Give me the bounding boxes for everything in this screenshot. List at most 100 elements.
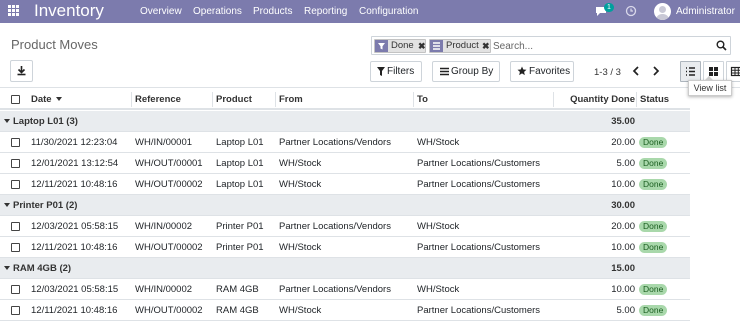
menu-configuration[interactable]: Configuration	[359, 0, 418, 23]
row-checkbox[interactable]	[11, 222, 20, 231]
app-brand[interactable]: Inventory	[34, 1, 104, 21]
column-divider[interactable]	[553, 92, 554, 107]
search-input[interactable]	[493, 39, 703, 53]
menu-reporting[interactable]: Reporting	[304, 0, 347, 23]
row-checkbox[interactable]	[11, 243, 20, 252]
cell-to: WH/Stock	[417, 221, 460, 232]
row-checkbox[interactable]	[11, 159, 20, 168]
group-total: 15.00	[611, 263, 635, 274]
cell-from: Partner Locations/Vendors	[279, 221, 391, 232]
group-row[interactable]: RAM 4GB (2) 15.00	[0, 258, 690, 279]
cell-quantity: 5.00	[616, 158, 636, 169]
group-total: 35.00	[611, 116, 635, 127]
facet-product[interactable]: Product ✖	[429, 39, 491, 53]
chat-count-badge: 1	[604, 3, 614, 12]
status-badge: Done	[639, 305, 668, 316]
download-button[interactable]	[10, 60, 33, 82]
group-row[interactable]: Laptop L01 (3) 35.00	[0, 111, 690, 132]
status-badge: Done	[639, 179, 668, 190]
group-label: RAM 4GB (2)	[4, 258, 71, 279]
search-icon[interactable]	[716, 40, 727, 51]
table-row[interactable]: 12/01/2021 13:12:54 WH/OUT/00001 Laptop …	[0, 153, 690, 174]
row-checkbox[interactable]	[11, 138, 20, 147]
cell-reference: WH/IN/00002	[135, 284, 193, 295]
list-view-icon	[686, 67, 695, 76]
header-status[interactable]: Status	[640, 89, 669, 110]
status-badge: Done	[639, 242, 668, 253]
filters-button[interactable]: Filters	[370, 61, 422, 82]
user-avatar[interactable]	[654, 3, 671, 20]
table-row[interactable]: 12/11/2021 10:48:16 WH/OUT/00002 RAM 4GB…	[0, 300, 690, 321]
cell-reference: WH/OUT/00002	[135, 305, 203, 316]
header-quantity-done[interactable]: Quantity Done	[557, 89, 635, 110]
chevron-right-icon[interactable]	[652, 66, 660, 76]
status-badge: Done	[639, 221, 668, 232]
select-all-checkbox[interactable]	[11, 95, 20, 104]
table-row[interactable]: 12/11/2021 10:48:16 WH/OUT/00002 Laptop …	[0, 174, 690, 195]
pager-value[interactable]: 1-3 / 3	[594, 67, 621, 78]
row-checkbox[interactable]	[11, 180, 20, 189]
cell-date: 11/30/2021 12:23:04	[31, 137, 118, 148]
cell-product: Printer P01	[216, 242, 264, 253]
search-bar[interactable]: Done ✖ Product ✖	[371, 36, 731, 55]
header-to[interactable]: To	[417, 89, 428, 110]
view-list-tooltip: View list	[688, 76, 732, 96]
header-reference[interactable]: Reference	[135, 89, 181, 110]
cell-product: Printer P01	[216, 221, 264, 232]
group-name: RAM 4GB (2)	[13, 263, 72, 274]
group-label: Printer P01 (2)	[4, 195, 77, 216]
menu-overview[interactable]: Overview	[140, 0, 182, 23]
cell-quantity: 10.00	[611, 242, 635, 253]
cell-from: WH/Stock	[279, 305, 322, 316]
cell-quantity: 10.00	[611, 284, 635, 295]
close-icon[interactable]: ✖	[482, 40, 490, 52]
header-date-label: Date	[31, 94, 52, 105]
pivot-view-icon	[730, 66, 740, 77]
apps-menu-icon[interactable]	[8, 5, 19, 16]
row-checkbox[interactable]	[11, 306, 20, 315]
clock-icon[interactable]	[625, 5, 637, 17]
right-blank-panel	[690, 89, 740, 335]
table-row[interactable]: 12/11/2021 10:48:16 WH/OUT/00002 Printer…	[0, 237, 690, 258]
group-name: Laptop L01 (3)	[13, 116, 78, 127]
cell-from: Partner Locations/Vendors	[279, 284, 391, 295]
group-name: Printer P01 (2)	[13, 200, 78, 211]
cell-date: 12/01/2021 13:12:54	[31, 158, 119, 169]
row-checkbox[interactable]	[11, 285, 20, 294]
cell-quantity: 20.00	[611, 137, 635, 148]
cell-quantity: 20.00	[611, 221, 635, 232]
column-divider[interactable]	[413, 92, 414, 107]
column-divider[interactable]	[131, 92, 132, 107]
favorites-button[interactable]: Favorites	[510, 61, 574, 82]
list-view-button[interactable]	[680, 61, 701, 82]
filters-label: Filters	[387, 66, 415, 77]
pivot-view-button[interactable]	[726, 61, 740, 82]
header-product[interactable]: Product	[216, 89, 252, 110]
facet-done-label: Done	[391, 40, 414, 51]
cell-from: WH/Stock	[279, 179, 322, 190]
group-row[interactable]: Printer P01 (2) 30.00	[0, 195, 690, 216]
cell-date: 12/11/2021 10:48:16	[31, 242, 118, 253]
facet-done[interactable]: Done ✖	[374, 39, 426, 53]
chevron-left-icon[interactable]	[632, 66, 640, 76]
group-total: 30.00	[611, 200, 635, 211]
cell-date: 12/03/2021 05:58:15	[31, 221, 119, 232]
header-from[interactable]: From	[279, 89, 303, 110]
group-by-button[interactable]: Group By	[432, 61, 500, 82]
table-row[interactable]: 11/30/2021 12:23:04 WH/IN/00001 Laptop L…	[0, 132, 690, 153]
header-date[interactable]: Date	[31, 89, 66, 110]
table-row[interactable]: 12/03/2021 05:58:15 WH/IN/00002 Printer …	[0, 216, 690, 237]
user-name[interactable]: Administrator	[676, 0, 735, 23]
menu-products[interactable]: Products	[253, 0, 292, 23]
column-divider[interactable]	[275, 92, 276, 107]
filter-icon	[377, 67, 385, 76]
caret-down-icon	[4, 266, 10, 271]
column-divider[interactable]	[636, 92, 637, 107]
cell-reference: WH/IN/00001	[135, 137, 193, 148]
table-row[interactable]: 12/03/2021 05:58:15 WH/IN/00002 RAM 4GB …	[0, 279, 690, 300]
facet-product-label: Product	[446, 40, 479, 51]
cell-quantity: 10.00	[611, 179, 635, 190]
column-divider[interactable]	[212, 92, 213, 107]
close-icon[interactable]: ✖	[418, 40, 426, 52]
menu-operations[interactable]: Operations	[193, 0, 242, 23]
